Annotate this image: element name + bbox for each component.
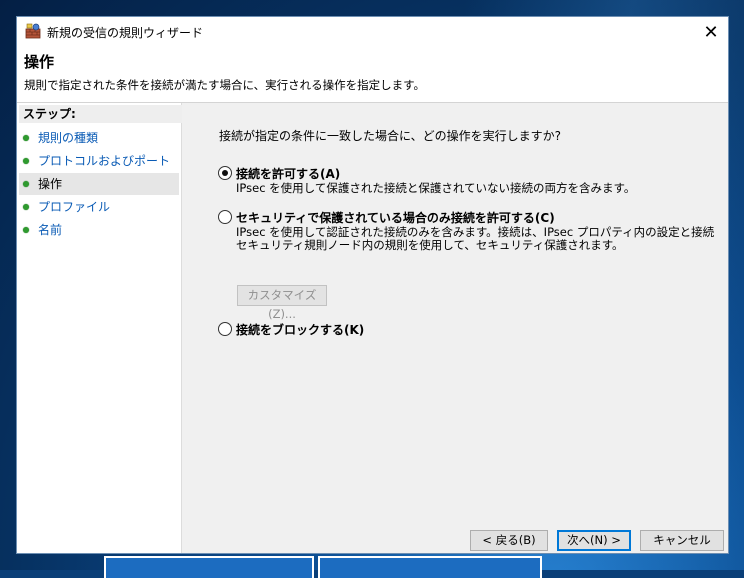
action-question: 接続が指定の条件に一致した場合に、どの操作を実行しますか? bbox=[219, 129, 562, 143]
step-rule-type[interactable]: 規則の種類 bbox=[19, 127, 179, 149]
step-profile[interactable]: プロファイル bbox=[19, 196, 179, 218]
step-name[interactable]: 名前 bbox=[19, 219, 179, 241]
green-dot-icon bbox=[23, 204, 29, 210]
steps-sidebar: ステップ: 規則の種類 プロトコルおよびポート 操作 プロファイル 名前 bbox=[17, 103, 183, 553]
desktop-tile-right bbox=[318, 556, 542, 578]
page-title: 操作 bbox=[24, 53, 55, 71]
radio-block[interactable] bbox=[218, 322, 232, 336]
step-label: プロトコルおよびポート bbox=[38, 154, 171, 168]
main-panel: 接続が指定の条件に一致した場合に、どの操作を実行しますか? 接続を許可する(A)… bbox=[182, 103, 728, 553]
wizard-header: 操作 規則で指定された条件を接続が満たす場合に、実行される操作を指定します。 bbox=[17, 47, 728, 103]
radio-allow-secure[interactable] bbox=[218, 210, 232, 224]
option-label[interactable]: セキュリティで保護されている場合のみ接続を許可する(C) bbox=[236, 209, 555, 226]
green-dot-icon bbox=[23, 181, 29, 187]
firewall-wall-icon bbox=[25, 23, 41, 39]
cancel-button[interactable]: キャンセル bbox=[640, 530, 724, 551]
steps-heading: ステップ: bbox=[19, 105, 183, 123]
green-dot-icon bbox=[23, 135, 29, 141]
green-dot-icon bbox=[23, 158, 29, 164]
option-description: IPsec を使用して保護された接続と保護されていない接続の両方を含みます。 bbox=[236, 181, 636, 195]
title-bar[interactable]: 新規の受信の規則ウィザード ✕ bbox=[17, 17, 728, 47]
step-label: 操作 bbox=[38, 177, 63, 191]
desktop-tile-left bbox=[104, 556, 314, 578]
step-label: 名前 bbox=[38, 223, 63, 237]
step-label: プロファイル bbox=[38, 200, 111, 214]
step-label: 規則の種類 bbox=[38, 131, 99, 145]
page-description: 規則で指定された条件を接続が満たす場合に、実行される操作を指定します。 bbox=[24, 78, 426, 92]
next-button[interactable]: 次へ(N) > bbox=[557, 530, 631, 551]
back-button[interactable]: < 戻る(B) bbox=[470, 530, 548, 551]
close-icon[interactable]: ✕ bbox=[694, 17, 728, 47]
customize-button: カスタマイズ(Z)... bbox=[237, 285, 327, 321]
radio-allow[interactable] bbox=[218, 166, 232, 180]
option-label[interactable]: 接続を許可する(A) bbox=[236, 165, 340, 182]
step-protocol-port[interactable]: プロトコルおよびポート bbox=[19, 150, 179, 172]
green-dot-icon bbox=[23, 227, 29, 233]
window-title: 新規の受信の規則ウィザード bbox=[47, 26, 204, 40]
wizard-window: 新規の受信の規則ウィザード ✕ 操作 規則で指定された条件を接続が満たす場合に、… bbox=[16, 16, 729, 554]
step-action: 操作 bbox=[19, 173, 179, 195]
option-label[interactable]: 接続をブロックする(K) bbox=[236, 321, 364, 338]
option-description: セキュリティ規則ノード内の規則を使用して、セキュリティ保護されます。 bbox=[236, 238, 624, 252]
